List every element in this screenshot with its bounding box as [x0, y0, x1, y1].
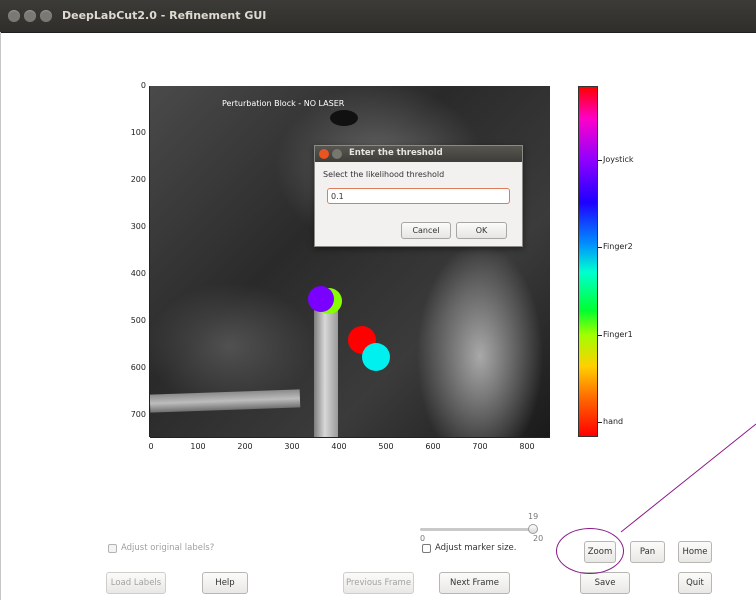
marker-size-slider-track[interactable]: [420, 528, 537, 531]
previous-frame-button[interactable]: Previous Frame: [343, 572, 414, 594]
quit-button[interactable]: Quit: [678, 572, 712, 594]
colorbar-label-finger1: Finger1: [603, 330, 633, 339]
slider-max-label: 19: [528, 512, 539, 521]
marker-finger2[interactable]: [362, 343, 390, 371]
y-tick-label: 400: [130, 269, 146, 278]
home-button[interactable]: Home: [678, 541, 712, 563]
x-tick-label: 500: [378, 442, 394, 451]
window-title: DeepLabCut2.0 - Refinement GUI: [62, 9, 267, 22]
x-tick-label: 400: [331, 442, 347, 451]
colorbar-tick: [598, 160, 602, 161]
close-icon[interactable]: [319, 149, 329, 159]
x-tick-label: 200: [237, 442, 253, 451]
bodypart-colorbar: [578, 86, 598, 437]
threshold-dialog: Enter the threshold Select the likelihoo…: [314, 145, 523, 247]
slider-value-label: 20: [533, 534, 544, 543]
zoom-highlight-ellipse: [556, 528, 624, 574]
close-window-icon[interactable]: [8, 10, 20, 22]
joystick-rod: [314, 294, 338, 437]
frame-caption: Perturbation Block - NO LASER: [222, 99, 345, 108]
help-button[interactable]: Help: [202, 572, 248, 594]
load-labels-button[interactable]: Load Labels: [106, 572, 166, 594]
x-tick-label: 800: [519, 442, 535, 451]
maximize-window-icon[interactable]: [40, 10, 52, 22]
y-tick-label: 300: [130, 222, 146, 231]
slider-min-label: 0: [420, 534, 426, 543]
y-tick-label: 100: [130, 128, 146, 137]
pan-button[interactable]: Pan: [630, 541, 665, 563]
y-tick-label: 200: [130, 175, 146, 184]
y-tick-label: 500: [130, 316, 146, 325]
marker-joystick[interactable]: [308, 286, 334, 312]
dialog-prompt: Select the likelihood threshold: [323, 170, 445, 179]
colorbar-label-finger2: Finger2: [603, 242, 633, 251]
mouse-eye: [330, 110, 358, 126]
dialog-titlebar: Enter the threshold: [315, 146, 522, 162]
y-tick-label: 700: [130, 410, 146, 419]
colorbar-label-joystick: Joystick: [603, 155, 634, 164]
colorbar-tick: [598, 422, 602, 423]
y-tick-label: 600: [130, 363, 146, 372]
dialog-title: Enter the threshold: [349, 148, 443, 158]
minimize-window-icon[interactable]: [24, 10, 36, 22]
threshold-input[interactable]: [327, 188, 510, 204]
window-border: [0, 32, 1, 600]
minimize-icon[interactable]: [332, 149, 342, 159]
adjust-marker-size-label: Adjust marker size.: [435, 543, 517, 553]
colorbar-tick: [598, 247, 602, 248]
adjust-original-labels-label: Adjust original labels?: [121, 543, 215, 553]
x-axis-line: [150, 437, 550, 438]
annotation-arrow-line: [620, 423, 756, 533]
video-frame[interactable]: Perturbation Block - NO LASER: [150, 86, 550, 437]
perch-bar: [150, 389, 301, 413]
colorbar-tick: [598, 335, 602, 336]
window-titlebar: DeepLabCut2.0 - Refinement GUI: [0, 0, 756, 33]
colorbar-label-hand: hand: [603, 417, 624, 426]
x-tick-label: 600: [425, 442, 441, 451]
next-frame-button[interactable]: Next Frame: [439, 572, 510, 594]
marker-size-slider-handle[interactable]: [528, 524, 538, 534]
x-tick-label: 100: [190, 442, 206, 451]
y-tick-label: 0: [140, 81, 146, 90]
ok-button[interactable]: OK: [456, 222, 507, 239]
save-button[interactable]: Save: [580, 572, 630, 594]
x-tick-label: 700: [472, 442, 488, 451]
cancel-button[interactable]: Cancel: [401, 222, 451, 239]
x-tick-label: 300: [284, 442, 300, 451]
adjust-original-labels-checkbox[interactable]: [108, 544, 117, 553]
adjust-marker-size-checkbox[interactable]: [422, 544, 431, 553]
x-tick-label: 0: [148, 442, 154, 451]
